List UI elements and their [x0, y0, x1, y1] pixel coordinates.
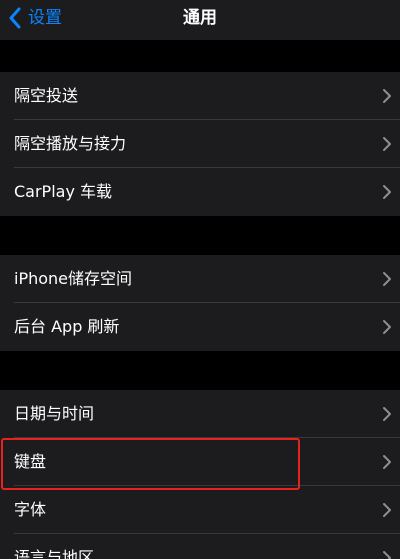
chevron-right-icon — [383, 455, 391, 469]
row-label: 语言与地区 — [14, 548, 95, 559]
settings-row-iphone-storage[interactable]: iPhone储存空间 — [0, 255, 400, 303]
chevron-right-icon — [383, 272, 391, 286]
chevron-right-icon — [383, 89, 391, 103]
chevron-right-icon — [383, 407, 391, 421]
navigation-bar: 设置 通用 — [0, 0, 400, 40]
page-title: 通用 — [183, 8, 217, 28]
row-label: CarPlay 车载 — [14, 182, 113, 201]
row-label: iPhone储存空间 — [14, 269, 133, 288]
settings-row-keyboard[interactable]: 键盘 — [0, 438, 400, 486]
settings-row-language-region[interactable]: 语言与地区 — [0, 534, 400, 559]
row-label: 隔空投送 — [14, 86, 79, 105]
settings-general-screen: 设置 通用 隔空投送 隔空播放与接力 CarPlay 车载 iPhone储存空间… — [0, 0, 400, 559]
settings-row-airdrop[interactable]: 隔空投送 — [0, 72, 400, 120]
chevron-right-icon — [383, 185, 391, 199]
settings-row-date-time[interactable]: 日期与时间 — [0, 390, 400, 438]
settings-row-airplay-handoff[interactable]: 隔空播放与接力 — [0, 120, 400, 168]
settings-row-fonts[interactable]: 字体 — [0, 486, 400, 534]
chevron-right-icon — [383, 320, 391, 334]
row-label: 日期与时间 — [14, 404, 95, 423]
group-spacer — [0, 216, 400, 255]
row-label: 隔空播放与接力 — [14, 134, 127, 153]
row-label: 字体 — [14, 500, 47, 519]
group-spacer — [0, 351, 400, 390]
chevron-right-icon — [383, 137, 391, 151]
chevron-right-icon — [383, 503, 391, 517]
row-label: 后台 App 刷新 — [14, 317, 120, 336]
chevron-right-icon — [383, 551, 391, 559]
group-spacer — [0, 40, 400, 72]
row-label: 键盘 — [14, 452, 47, 471]
settings-row-background-app-refresh[interactable]: 后台 App 刷新 — [0, 303, 400, 351]
settings-row-carplay[interactable]: CarPlay 车载 — [0, 168, 400, 216]
